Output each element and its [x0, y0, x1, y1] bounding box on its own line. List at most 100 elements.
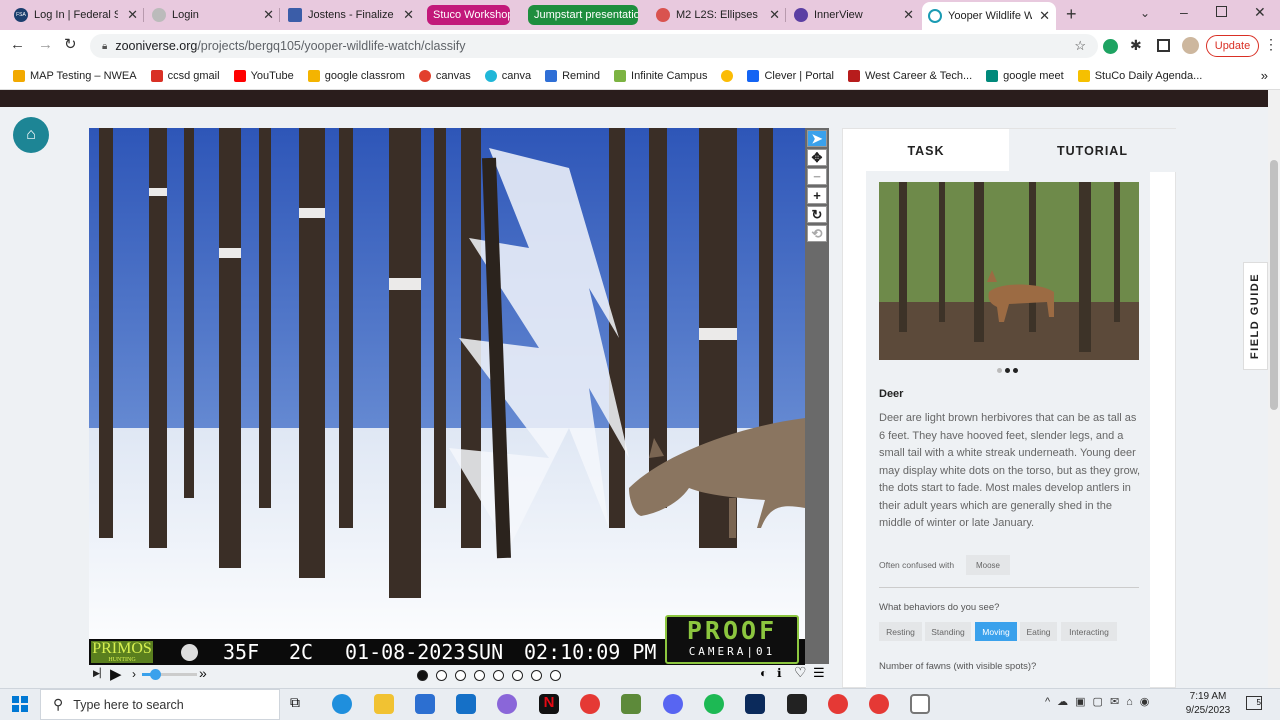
chrome-active-icon[interactable] [869, 694, 889, 714]
close-icon[interactable]: ✕ [403, 7, 414, 23]
frame-dot[interactable] [512, 670, 523, 681]
sidepanel-icon[interactable] [1157, 39, 1170, 52]
window-close-icon[interactable]: ✕ [1254, 4, 1266, 21]
frame-dot[interactable] [455, 670, 466, 681]
carousel-dot[interactable] [997, 368, 1002, 373]
subject-image[interactable] [89, 128, 805, 664]
new-tab-icon[interactable]: + [1066, 4, 1077, 25]
menu-icon[interactable]: ⋮ [1264, 36, 1278, 53]
clock-app-icon[interactable] [910, 694, 930, 714]
browser-tab[interactable]: FSA Log In | Federal St ✕ [8, 3, 144, 27]
grammarly-icon[interactable] [1103, 39, 1118, 54]
bookmark[interactable]: google classrom [301, 69, 412, 82]
speed-slider-handle[interactable] [150, 669, 161, 680]
avatar[interactable] [1182, 37, 1199, 54]
minimize-icon[interactable]: – [1180, 4, 1188, 20]
behavior-moving[interactable]: Moving [975, 622, 1017, 641]
tab-group-jumpstart[interactable]: Jumpstart presentatio [528, 5, 638, 25]
collection-icon[interactable]: ☰ [813, 665, 825, 681]
behavior-eating[interactable]: Eating [1020, 622, 1057, 641]
step-back-icon[interactable]: ▶▏ [93, 668, 107, 679]
confused-with-button[interactable]: Moose [966, 555, 1010, 575]
close-icon[interactable]: ✕ [1039, 8, 1050, 24]
bookmark[interactable]: Remind [538, 69, 607, 82]
reload-icon[interactable]: ↻ [64, 35, 77, 53]
browser-tab[interactable]: M2 L2S: Ellipses ✕ [650, 3, 786, 27]
netflix-icon[interactable]: N [539, 694, 559, 714]
favorite-icon[interactable]: ♡ [794, 664, 807, 681]
carousel-dot[interactable] [1013, 368, 1018, 373]
scrollbar-thumb[interactable] [1270, 160, 1278, 410]
page-scrollbar[interactable] [1268, 90, 1280, 688]
edge-icon[interactable] [332, 694, 352, 714]
forward-icon[interactable]: → [38, 36, 53, 53]
bookmark[interactable]: YouTube [227, 69, 301, 82]
copilot-icon[interactable] [497, 694, 517, 714]
close-icon[interactable]: ✕ [127, 7, 138, 23]
maximize-icon[interactable] [1216, 6, 1227, 17]
frame-dot[interactable] [550, 670, 561, 681]
back-icon[interactable]: ← [10, 36, 25, 53]
system-tray-icons[interactable]: ^☁▣▢✉⌂◉ [1045, 695, 1156, 708]
bookmark[interactable]: West Career & Tech... [841, 69, 979, 82]
behavior-resting[interactable]: Resting [879, 622, 922, 641]
chrome-profile-icon[interactable] [828, 694, 848, 714]
invert-icon[interactable]: ◐ [760, 666, 767, 680]
close-icon[interactable]: ✕ [903, 7, 914, 23]
browser-tab[interactable]: InnerView ✕ [788, 3, 920, 27]
behavior-interacting[interactable]: Interacting [1061, 622, 1117, 641]
bookmark[interactable] [714, 69, 740, 82]
chevron-down-icon[interactable]: ⌄ [1140, 6, 1150, 20]
update-button[interactable]: Update [1206, 35, 1259, 57]
zoom-out-button[interactable]: − [807, 168, 827, 185]
spotify-icon[interactable] [704, 694, 724, 714]
info-icon[interactable]: ℹ [777, 666, 782, 680]
frame-dot[interactable] [493, 670, 504, 681]
play-button[interactable]: ▶ [110, 665, 122, 683]
project-home-button[interactable]: ⌂ [13, 117, 49, 153]
bookmark[interactable]: canvas [412, 69, 478, 82]
security-icon[interactable] [745, 694, 765, 714]
bookmark[interactable]: StuCo Daily Agenda... [1071, 69, 1210, 82]
tab-task[interactable]: TASK [843, 129, 1009, 172]
browser-tab-active[interactable]: Yooper Wildlife W ✕ [922, 2, 1056, 30]
behavior-standing[interactable]: Standing [925, 622, 971, 641]
windows-start-icon[interactable] [12, 696, 28, 712]
bookmark[interactable]: Clever | Portal [740, 69, 841, 82]
bookmark[interactable]: canva [478, 69, 538, 82]
pointer-tool-button[interactable]: ➤ [807, 130, 827, 147]
frame-dot[interactable] [531, 670, 542, 681]
frame-dot[interactable] [436, 670, 447, 681]
task-view-icon[interactable]: ⧉ [290, 694, 310, 714]
reset-button[interactable]: ⟲ [807, 225, 827, 242]
frame-dot[interactable] [474, 670, 485, 681]
close-icon[interactable]: ✕ [769, 7, 780, 23]
carousel-dot[interactable] [1005, 368, 1010, 373]
bookmark[interactable]: MAP Testing – NWEA [6, 69, 144, 82]
discord-icon[interactable] [663, 694, 683, 714]
minecraft-icon[interactable] [621, 694, 641, 714]
tab-tutorial[interactable]: TUTORIAL [1009, 129, 1176, 172]
bookmark[interactable]: ccsd gmail [144, 69, 227, 82]
tab-group-stuco[interactable]: Stuco Workshop [427, 5, 510, 25]
store-icon[interactable] [415, 694, 435, 714]
move-tool-button[interactable]: ✥ [807, 149, 827, 166]
frame-dot[interactable] [417, 670, 428, 681]
more-bookmarks-icon[interactable]: » [1261, 68, 1268, 83]
file-explorer-icon[interactable] [374, 694, 394, 714]
rotate-button[interactable]: ↻ [807, 206, 827, 223]
browser-tab[interactable]: Login ✕ [146, 3, 280, 27]
mail-icon[interactable] [456, 694, 476, 714]
clock[interactable]: 7:19 AM 9/25/2023 [1182, 690, 1234, 718]
notifications-icon[interactable]: 5 [1246, 696, 1262, 710]
field-guide-button[interactable]: FIELD GUIDE [1243, 262, 1268, 370]
taskbar-search[interactable]: ⚲ Type here to search [40, 689, 280, 720]
zoom-in-button[interactable]: + [807, 187, 827, 204]
address-bar[interactable]: 🔒︎ zooniverse.org/projects/bergq105/yoop… [90, 34, 1098, 58]
extensions-icon[interactable]: ✱ [1130, 37, 1142, 54]
bookmark[interactable]: Infinite Campus [607, 69, 714, 82]
star-icon[interactable]: ☆ [1074, 38, 1086, 54]
chrome-icon[interactable] [580, 694, 600, 714]
close-icon[interactable]: ✕ [263, 7, 274, 23]
bookmark[interactable]: google meet [979, 69, 1071, 82]
